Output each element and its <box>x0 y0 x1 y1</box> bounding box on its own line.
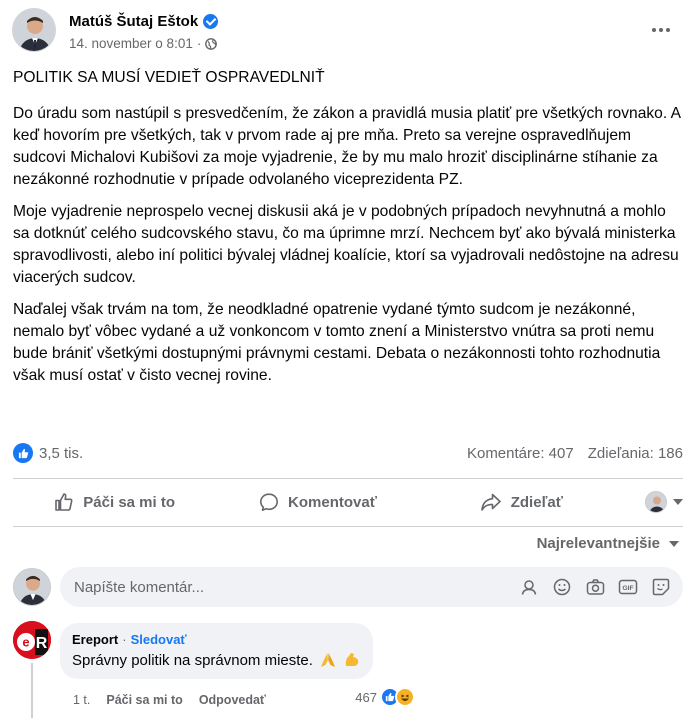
author-name-row: Matúš Šutaj Eštok <box>69 13 219 30</box>
comment-reaction-icons <box>380 687 415 707</box>
share-button-label: Zdieľať <box>510 493 563 511</box>
post-meta: 14. november o 8:01 · <box>69 36 218 51</box>
praying-hands-emoji-icon <box>320 653 335 667</box>
comment-reactions[interactable]: 467 <box>355 687 415 707</box>
more-options-icon[interactable] <box>649 18 673 42</box>
post-actions: Páči sa mi to Komentovať Zdieľať <box>13 484 683 520</box>
post-header: Matúš Šutaj Eštok 14. november o 8:01 · <box>12 8 687 58</box>
thumbs-up-icon <box>55 493 73 511</box>
post-title: POLITIK SA MUSÍ VEDIEŤ OSPRAVEDLNIŤ <box>13 69 325 86</box>
verified-badge-icon <box>203 14 219 29</box>
like-reaction-icon[interactable] <box>13 443 33 463</box>
author-avatar[interactable] <box>12 8 56 52</box>
reaction-count[interactable]: 3,5 tis. <box>39 445 83 462</box>
thread-line <box>31 663 33 718</box>
commenter-name[interactable]: Ereport <box>72 632 118 647</box>
post-paragraph-2: Moje vyjadrenie neprospelo vecnej diskus… <box>13 203 679 286</box>
camera-icon[interactable] <box>585 577 605 597</box>
share-arrow-icon <box>480 493 501 511</box>
profile-avatar-small <box>644 491 667 513</box>
comment-text-row: Správny politik na správnom mieste. <box>72 651 361 669</box>
post-body: POLITIK SA MUSÍ VEDIEŤ OSPRAVEDLNIŤ Do ú… <box>13 67 683 397</box>
comment-sort-dropdown[interactable]: Najrelevantnejšie <box>537 535 679 552</box>
avatar-sticker-icon[interactable] <box>519 577 539 597</box>
stats-divider <box>13 478 683 479</box>
share-button[interactable]: Zdieľať <box>420 484 623 520</box>
comment-input-box[interactable]: GIF <box>60 567 683 607</box>
gif-icon[interactable]: GIF <box>618 577 638 597</box>
flexed-biceps-emoji-icon <box>345 653 359 666</box>
chevron-down-icon <box>672 499 683 505</box>
post-stats: 3,5 tis. Komentáre: 407 Zdieľania: 186 <box>13 438 683 468</box>
haha-reaction-icon <box>395 687 415 707</box>
chevron-down-icon <box>669 540 679 547</box>
comment-text: Správny politik na správnom mieste. <box>72 651 313 669</box>
actions-divider <box>13 526 683 527</box>
author-name[interactable]: Matúš Šutaj Eštok <box>69 13 198 30</box>
comment-bubble: Ereport · Sledovať Správny politik na sp… <box>60 623 373 679</box>
comment-actions: 1 t. Páči sa mi to Odpovedať <box>73 693 266 707</box>
follow-link[interactable]: Sledovať <box>131 632 187 647</box>
stats-right: Komentáre: 407 Zdieľania: 186 <box>467 445 683 462</box>
commenter-avatar[interactable]: e R <box>13 621 51 659</box>
sticker-icon[interactable] <box>651 577 671 597</box>
sort-label: Najrelevantnejšie <box>536 535 660 552</box>
post-paragraph-3: Naďalej však trvám na tom, že neodkladné… <box>13 301 661 384</box>
comment-reply-button[interactable]: Odpovedať <box>199 693 266 707</box>
meta-separator: · <box>196 36 202 51</box>
svg-text:GIF: GIF <box>622 585 633 592</box>
svg-text:e: e <box>22 635 29 650</box>
comment-button[interactable]: Komentovať <box>216 484 419 520</box>
comment-reaction-count: 467 <box>355 689 377 705</box>
comment-item: e R Ereport · Sledovať Správny politik n… <box>13 621 683 718</box>
comment-header: Ereport · Sledovať <box>72 632 361 647</box>
post-timestamp[interactable]: 14. november o 8:01 <box>69 36 193 51</box>
comment-button-label: Komentovať <box>288 493 377 511</box>
comment-time[interactable]: 1 t. <box>73 693 90 707</box>
post-as-selector[interactable] <box>623 491 683 513</box>
globe-icon <box>205 37 218 50</box>
composer-avatar[interactable] <box>13 568 51 606</box>
comment-count[interactable]: Komentáre: 407 <box>467 445 574 462</box>
comment-like-button[interactable]: Páči sa mi to <box>106 693 182 707</box>
comment-separator: · <box>122 632 127 647</box>
post-paragraph-1: Do úradu som nastúpil s presvedčením, že… <box>13 105 681 188</box>
emoji-icon[interactable] <box>552 577 572 597</box>
comment-input[interactable] <box>74 578 494 596</box>
like-button[interactable]: Páči sa mi to <box>13 484 216 520</box>
svg-text:R: R <box>36 635 48 652</box>
comment-bubble-icon <box>260 493 279 511</box>
like-button-label: Páči sa mi to <box>83 493 176 511</box>
composer-tools: GIF <box>519 577 671 597</box>
share-count[interactable]: Zdieľania: 186 <box>588 445 683 462</box>
comment-composer: GIF <box>13 567 683 607</box>
